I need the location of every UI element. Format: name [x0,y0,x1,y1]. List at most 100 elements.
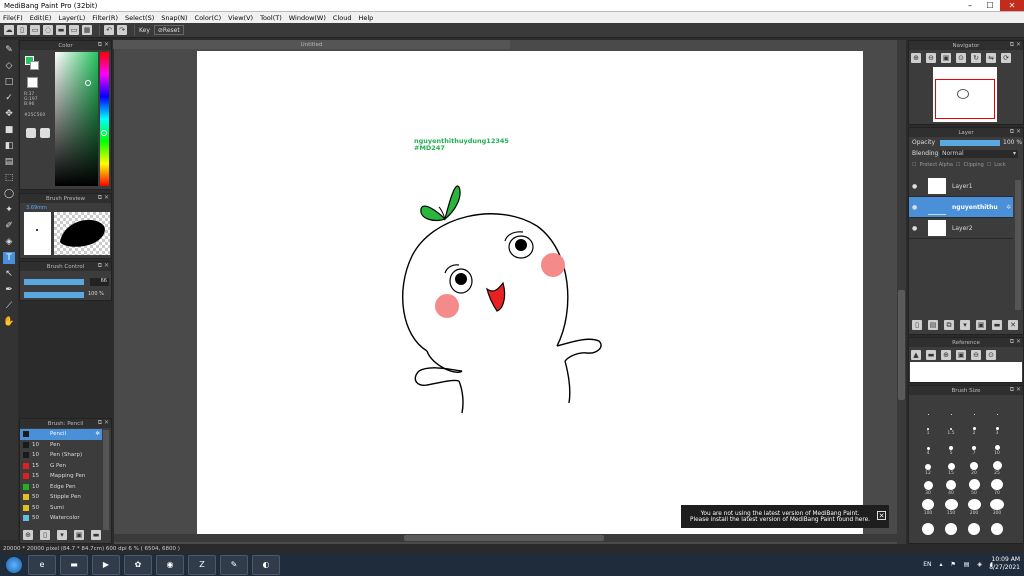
layer-scrollbar[interactable] [1015,180,1021,310]
brush-item-pen-sharp[interactable]: 10 Pen (Sharp) [20,450,102,461]
menu-view[interactable]: View(V) [228,14,253,22]
select-pen-tool-icon[interactable]: ✐ [3,220,15,232]
brush-size-option[interactable]: 4 [917,439,939,456]
monitor-icon[interactable]: ▭ [69,25,79,35]
brush-size-option[interactable]: 1 [917,419,939,436]
visibility-icon[interactable]: ● [912,225,920,232]
brush-item-sumi[interactable]: 50 Sumi [20,503,102,514]
update-notification[interactable]: You are not using the latest version of … [681,505,889,528]
brush-item-edge-pen[interactable]: 10 Edge Pen [20,482,102,493]
close-notification-icon[interactable]: ✕ [877,511,886,520]
brush-size-option[interactable]: 70 [986,479,1008,496]
eyedropper-tool-icon[interactable]: ✒ [3,284,15,296]
brush-size-option[interactable]: 5 [940,439,962,456]
folder-icon[interactable]: ▬ [91,530,101,540]
brush-size-value[interactable]: 66 [90,278,109,286]
new-file-icon[interactable]: ▯ [17,25,27,35]
fit-icon[interactable]: ▣ [941,53,951,63]
layer-item-layer1[interactable]: ● Layer1 [909,176,1013,197]
brush-size-option[interactable] [986,399,1008,416]
add-halftone-layer-icon[interactable]: ▤ [928,320,938,330]
cloud-icon[interactable]: ☁ [4,25,14,35]
scroll-thumb[interactable] [404,535,604,541]
reference-folder-icon[interactable]: ▬ [926,350,936,360]
brush-scrollbar[interactable] [103,430,109,530]
canvas-horizontal-scrollbar[interactable] [114,534,897,542]
reference-fit-icon[interactable]: ▣ [956,350,966,360]
navigator-viewport[interactable] [935,79,995,119]
lock-checkbox[interactable]: ☐ [987,162,991,168]
menu-help[interactable]: Help [358,14,373,22]
panel-controls-icon[interactable]: ⧉ ✕ [1010,41,1021,49]
panel-controls-icon[interactable]: ⧉ ✕ [98,419,109,427]
brush-size-option[interactable]: 2 [963,419,985,436]
zalo-taskbar-icon[interactable]: Z [188,554,216,575]
panel-controls-icon[interactable]: ⧉ ✕ [98,262,109,270]
magic-wand-tool-icon[interactable]: ✦ [3,204,15,216]
flip-icon[interactable]: ⇋ [986,53,996,63]
palette-icon[interactable] [26,128,36,138]
reference-actual-icon[interactable]: ⊙ [986,350,996,360]
layer-item-layer2[interactable]: ● Layer2 [909,218,1013,239]
brush-opacity-slider[interactable] [24,292,84,298]
delete-layer-icon[interactable]: ✕ [1008,320,1018,330]
brush-size-option[interactable] [963,399,985,416]
menu-color[interactable]: Color(C) [195,14,222,22]
check-tool-icon[interactable]: ✓ [3,92,15,104]
brush-size-option[interactable]: 20 [963,459,985,476]
divide-tool-icon[interactable]: ⟋ [3,300,15,312]
brush-size-option[interactable]: 50 [963,479,985,496]
brush-item-pen[interactable]: 10 Pen [20,440,102,451]
chrome-taskbar-icon[interactable]: ◉ [156,554,184,575]
brush-size-option[interactable]: 12 [917,459,939,476]
paint-taskbar-icon[interactable]: ◐ [252,554,280,575]
layer-menu-icon[interactable]: ▾ [960,320,970,330]
merge-layer-icon[interactable]: ▣ [976,320,986,330]
rectangle-tool-icon[interactable]: □ [3,76,15,88]
bucket-tool-icon[interactable]: ◧ [3,140,15,152]
hue-slider[interactable] [100,52,109,186]
select-tool-icon[interactable]: ⬚ [3,172,15,184]
brush-size-option[interactable]: 3 [986,419,1008,436]
panel-controls-icon[interactable]: ⧉ ✕ [98,194,109,202]
brush-menu-icon[interactable]: ▾ [57,530,67,540]
hand-tool-icon[interactable]: ✋ [3,316,15,328]
brush-size-option[interactable]: 30 [917,479,939,496]
brush-size-option[interactable] [917,519,939,536]
panel-controls-icon[interactable]: ⧉ ✕ [1010,338,1021,346]
reference-view[interactable] [910,362,1022,382]
gear-icon[interactable]: ✲ [95,431,100,437]
taskbar-clock[interactable]: 10:09 AM 8/27/2021 [989,556,1020,572]
brush-size-option[interactable]: 300 [986,499,1008,516]
brush-item-stipple-pen[interactable]: 50 Stipple Pen [20,492,102,503]
canvas-tab[interactable]: Untitled [113,40,510,49]
menu-layer[interactable]: Layer(L) [58,14,85,22]
blending-select[interactable]: Normal ▾ [940,149,1018,158]
ie-taskbar-icon[interactable]: e [28,554,56,575]
text-tool-icon[interactable]: T [3,252,15,264]
transparent-swatch[interactable] [27,77,38,88]
brush-size-option[interactable]: 150 [940,499,962,516]
brush-size-slider[interactable] [24,279,84,285]
panel-controls-icon[interactable]: ⧉ ✕ [1010,128,1021,136]
add-layer-icon[interactable]: ▯ [912,320,922,330]
palette-settings-icon[interactable] [40,128,50,138]
media-taskbar-icon[interactable]: ▶ [92,554,120,575]
canvas-vertical-scrollbar[interactable] [897,40,906,544]
menu-filter[interactable]: Filter(R) [92,14,118,22]
layer-item-text[interactable]: ● nguyenthithu ✲ [909,197,1013,218]
menu-file[interactable]: File(F) [3,14,23,22]
menu-cloud[interactable]: Cloud [333,14,352,22]
brush-size-option[interactable]: 10 [986,439,1008,456]
reset-button[interactable]: ⊘ Reset [153,25,184,35]
maximize-button[interactable]: ☐ [980,0,1000,11]
menu-edit[interactable]: Edit(E) [30,14,52,22]
brush-size-option[interactable]: 1.5 [940,419,962,436]
brush-item-g-pen[interactable]: 15 G Pen [20,461,102,472]
reset-view-icon[interactable]: ⟳ [1001,53,1011,63]
visibility-icon[interactable]: ● [912,183,920,190]
gear-icon[interactable]: ✲ [1006,204,1011,211]
copy-layer-icon[interactable]: ⧉ [944,320,954,330]
minimize-button[interactable]: – [960,0,980,11]
fill-rect-tool-icon[interactable]: ■ [3,124,15,136]
